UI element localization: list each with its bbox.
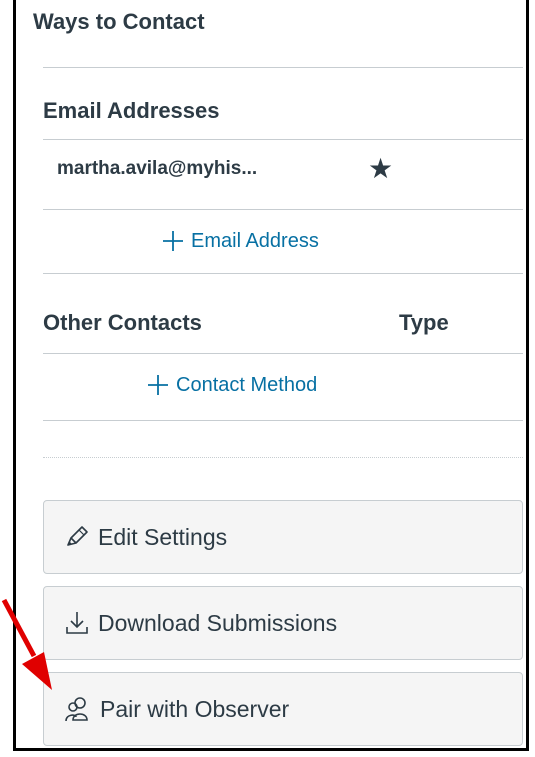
divider	[43, 139, 523, 140]
download-submissions-label: Download Submissions	[98, 609, 338, 636]
pencil-icon	[64, 524, 90, 550]
star-icon[interactable]: ★	[368, 155, 393, 183]
email-addresses-heading: Email Addresses	[43, 98, 220, 123]
type-column-heading: Type	[399, 310, 449, 335]
download-icon	[64, 610, 90, 636]
add-email-address-link[interactable]: Email Address	[161, 229, 319, 253]
email-address-item[interactable]: martha.avila@myhis...	[57, 158, 257, 180]
pair-with-observer-label: Pair with Observer	[100, 695, 290, 722]
add-contact-method-label: Contact Method	[176, 373, 318, 396]
divider	[43, 67, 523, 68]
edit-settings-label: Edit Settings	[98, 523, 228, 550]
divider	[43, 273, 523, 274]
divider	[43, 209, 523, 210]
add-email-address-label: Email Address	[191, 229, 319, 252]
plus-icon	[163, 231, 183, 251]
dotted-divider	[43, 457, 523, 458]
download-submissions-button[interactable]: Download Submissions	[43, 586, 523, 660]
edit-settings-button[interactable]: Edit Settings	[43, 500, 523, 574]
divider	[43, 353, 523, 354]
divider	[43, 420, 523, 421]
add-contact-method-link[interactable]: Contact Method	[146, 373, 317, 397]
pair-with-observer-button[interactable]: Pair with Observer	[43, 672, 523, 746]
ways-to-contact-panel: Ways to Contact Email Addresses martha.a…	[13, 0, 529, 751]
observer-pair-icon	[64, 695, 92, 723]
panel-title: Ways to Contact	[33, 9, 205, 34]
plus-icon	[148, 375, 168, 395]
other-contacts-heading: Other Contacts	[43, 310, 202, 335]
